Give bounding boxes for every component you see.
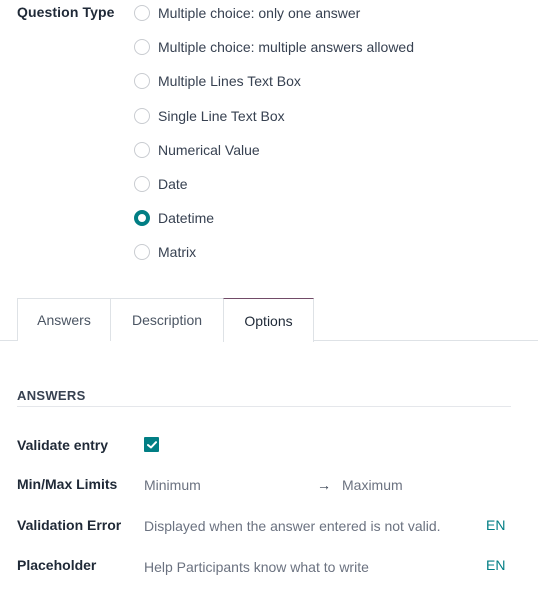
- radio-option-date[interactable]: Date: [134, 174, 188, 194]
- radio-option-multiple-choice[interactable]: Multiple choice: multiple answers allowe…: [134, 37, 414, 57]
- radio-button[interactable]: [134, 108, 150, 124]
- section-title: ANSWERS: [17, 388, 86, 403]
- radio-label: Single Line Text Box: [158, 108, 285, 124]
- radio-option-single-line[interactable]: Single Line Text Box: [134, 106, 285, 126]
- radio-label: Multiple choice: only one answer: [158, 5, 361, 21]
- checkmark-icon: [146, 440, 157, 448]
- question-type-label: Question Type: [17, 4, 115, 20]
- placeholder-input[interactable]: Help Participants know what to write: [144, 559, 369, 575]
- notebook-tabs: Answers Description Options: [0, 298, 538, 342]
- validate-entry-checkbox[interactable]: [144, 437, 159, 452]
- radio-label: Matrix: [158, 244, 197, 260]
- radio-label: Multiple Lines Text Box: [158, 73, 301, 89]
- radio-button[interactable]: [134, 244, 150, 260]
- radio-button-checked[interactable]: [134, 210, 150, 226]
- tab-options[interactable]: Options: [223, 298, 314, 342]
- maximum-input[interactable]: Maximum: [342, 477, 403, 493]
- minimum-input[interactable]: Minimum: [144, 477, 201, 493]
- radio-option-single-choice[interactable]: Multiple choice: only one answer: [134, 3, 360, 23]
- min-max-limits-label: Min/Max Limits: [17, 476, 118, 492]
- radio-option-numerical[interactable]: Numerical Value: [134, 140, 260, 160]
- radio-option-datetime[interactable]: Datetime: [134, 208, 214, 228]
- tab-answers[interactable]: Answers: [17, 298, 111, 341]
- radio-option-matrix[interactable]: Matrix: [134, 242, 196, 262]
- radio-button[interactable]: [134, 176, 150, 192]
- radio-button[interactable]: [134, 39, 150, 55]
- section-divider: [17, 406, 511, 407]
- radio-label: Multiple choice: multiple answers allowe…: [158, 39, 415, 55]
- arrow-right-icon: →: [317, 477, 331, 493]
- language-button[interactable]: EN: [486, 517, 505, 533]
- radio-label: Date: [158, 176, 188, 192]
- radio-label: Numerical Value: [158, 142, 260, 158]
- radio-label: Datetime: [158, 210, 215, 226]
- radio-button[interactable]: [134, 73, 150, 89]
- placeholder-label: Placeholder: [17, 557, 97, 573]
- radio-option-multiple-lines[interactable]: Multiple Lines Text Box: [134, 71, 301, 91]
- validate-entry-label: Validate entry: [17, 437, 109, 453]
- radio-button[interactable]: [134, 142, 150, 158]
- validation-error-label: Validation Error: [17, 517, 122, 533]
- tab-description[interactable]: Description: [110, 298, 224, 341]
- radio-button[interactable]: [134, 5, 150, 21]
- validation-error-input[interactable]: Displayed when the answer entered is not…: [144, 518, 441, 534]
- language-button[interactable]: EN: [486, 557, 505, 573]
